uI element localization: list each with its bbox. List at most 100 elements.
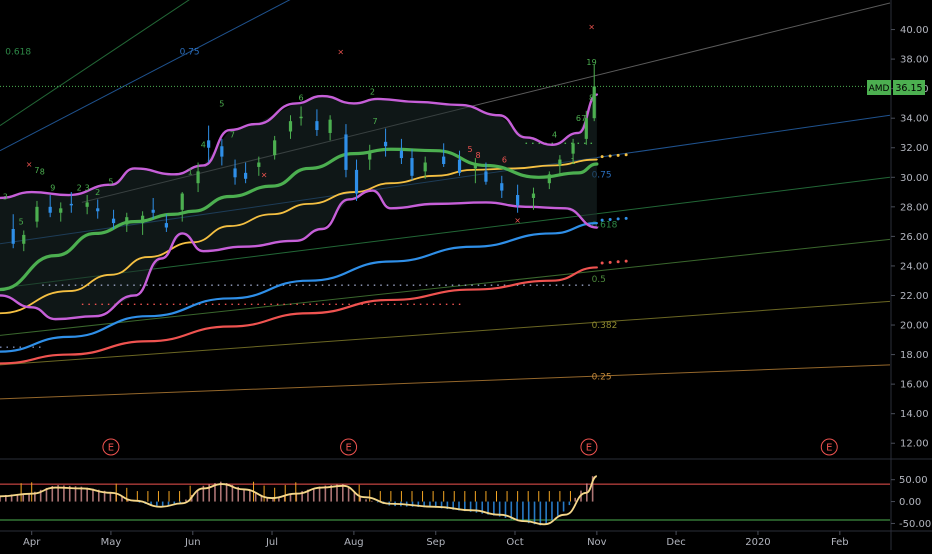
- price-tick-label: 18.00: [900, 350, 929, 361]
- setup-count: 8: [40, 167, 45, 176]
- price-tick-label: 26.00: [900, 232, 929, 243]
- price-tick-label: 28.00: [900, 202, 929, 213]
- price-tick-label: 32.00: [900, 143, 929, 154]
- fib-fan-label: 0.5: [592, 275, 606, 285]
- projection-dot: [608, 260, 612, 264]
- last-price-tag: AMD 36.15: [867, 80, 925, 95]
- time-tick-label: May: [101, 537, 122, 548]
- setup-count: 5: [219, 99, 224, 108]
- setup-count: 1: [571, 157, 576, 166]
- projection-dot: [608, 218, 612, 222]
- candle-body: [244, 172, 248, 179]
- candle-body: [196, 171, 200, 184]
- candle-body: [125, 217, 129, 225]
- candle-body: [344, 134, 348, 170]
- candle-body: [164, 223, 168, 228]
- time-tick-label: Dec: [666, 537, 685, 548]
- candle-body: [500, 183, 504, 191]
- candle-body: [531, 193, 536, 198]
- candle-body: [22, 234, 26, 244]
- candle-body: [571, 143, 575, 154]
- fib-fan-label: 0.618: [5, 48, 31, 58]
- time-tick-label: Jul: [265, 537, 278, 548]
- projection-dot: [624, 259, 628, 263]
- candle-body: [354, 169, 359, 194]
- candle-body: [69, 203, 73, 206]
- candle-body: [457, 159, 462, 173]
- projection-dot: [600, 261, 604, 265]
- setup-count: 5: [108, 178, 113, 187]
- projection-dot: [608, 154, 612, 158]
- earnings-marker-label: E: [345, 443, 351, 454]
- setup-count: 4: [201, 141, 206, 150]
- candle-body: [442, 156, 446, 164]
- time-tick-label: Aug: [344, 537, 364, 548]
- fib-fan-label: 0.25: [592, 373, 612, 383]
- signal-marker: ×: [588, 23, 595, 32]
- candle-body: [547, 174, 551, 184]
- price-tick-label: 24.00: [900, 261, 929, 272]
- time-tick-label: Apr: [23, 537, 41, 548]
- candle-body: [257, 162, 261, 167]
- candle-body: [299, 116, 303, 119]
- oscillator-tick-label: 50.00: [899, 475, 928, 486]
- candle-body: [220, 146, 224, 157]
- candle-body: [180, 193, 184, 210]
- setup-count: 7: [372, 117, 377, 126]
- price-tick-label: 20.00: [900, 321, 929, 332]
- candle-body: [85, 202, 89, 207]
- projection-dot: [616, 153, 620, 157]
- projection-dot: [624, 153, 628, 157]
- setup-count: 6: [299, 93, 304, 102]
- oscillator-tick-label: 0.00: [899, 497, 921, 508]
- setup-count: 6: [502, 156, 507, 165]
- candle-body: [558, 159, 562, 166]
- signal-marker: ×: [514, 216, 521, 225]
- last-price-value: 36.15: [895, 83, 922, 94]
- signal-marker: ×: [26, 160, 33, 169]
- fib-fan-label: 0.75: [180, 48, 200, 58]
- setup-count: 3: [3, 192, 8, 201]
- setup-count: 8: [589, 93, 594, 102]
- earnings-marker-label: E: [108, 443, 114, 454]
- fib-fan-label: 0.382: [592, 321, 618, 331]
- candle-body: [96, 208, 100, 212]
- time-tick-label: Sep: [426, 537, 445, 548]
- candle-body: [368, 150, 372, 160]
- candle-body: [423, 162, 427, 172]
- oscillator-tick-label: -50.00: [899, 519, 931, 530]
- setup-count: 2: [77, 184, 82, 193]
- setup-count: 2: [370, 88, 375, 97]
- setup-count: 7: [230, 130, 235, 139]
- signal-marker: ×: [261, 170, 268, 179]
- setup-count: 1: [188, 167, 193, 176]
- candle-body: [399, 150, 404, 159]
- candle-body: [59, 208, 63, 213]
- candle-body: [273, 140, 277, 156]
- projection-dot: [600, 155, 604, 159]
- chart-root: 0.25 0.382 0.5 0.618 0.75 0.618 0.75 357892325…: [0, 0, 932, 550]
- candle-body: [516, 195, 520, 206]
- projection-dot: [616, 217, 620, 221]
- setup-count: 2: [95, 188, 100, 197]
- setup-count: 7: [581, 114, 586, 123]
- projection-dot: [616, 260, 620, 264]
- candle-body: [383, 141, 388, 147]
- candle-body: [315, 121, 319, 131]
- candle-body: [233, 168, 237, 178]
- time-tick-label: Nov: [587, 537, 607, 548]
- price-tick-label: 40.00: [900, 25, 929, 36]
- candle-body: [484, 171, 488, 182]
- candle-body: [141, 215, 145, 224]
- time-tick-label: 2020: [745, 537, 770, 548]
- price-chart: 0.250.3820.50.6180.750.618 0.75 357 89 2 3 25…: [0, 0, 932, 550]
- candle-body: [207, 140, 211, 148]
- candle-body: [473, 165, 477, 169]
- projection-dot: [600, 218, 604, 222]
- time-tick-label: Oct: [506, 537, 523, 548]
- earnings-marker-label: E: [586, 443, 592, 454]
- price-tick-label: 16.00: [900, 380, 929, 391]
- candle-body: [410, 158, 414, 176]
- setup-count: 5: [468, 145, 473, 154]
- price-tick-label: 30.00: [900, 173, 929, 184]
